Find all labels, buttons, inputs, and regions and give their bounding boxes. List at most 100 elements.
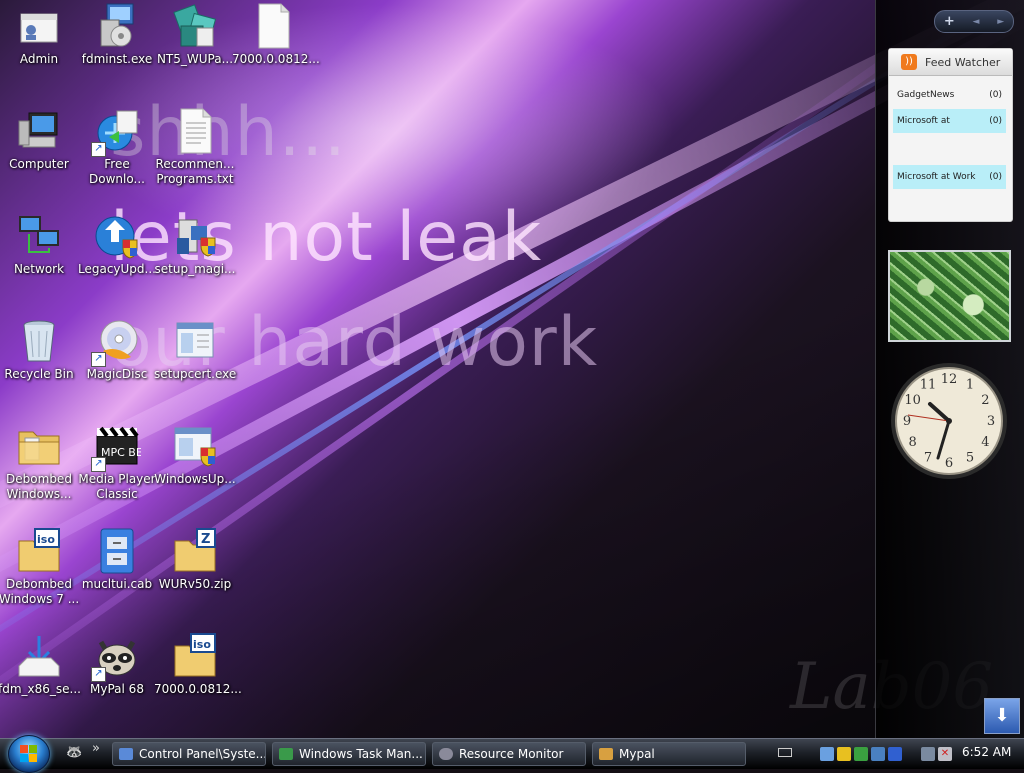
svg-text:MPC BE: MPC BE: [101, 446, 141, 459]
icon-label: Media Player Classic: [78, 472, 156, 501]
icon-label: Debombed Windows...: [6, 472, 72, 501]
clock-numeral: 8: [908, 435, 916, 450]
previous-page-button[interactable]: ◄: [973, 17, 980, 27]
clock-numeral: 11: [920, 378, 937, 393]
quicklaunch-more-button[interactable]: »: [92, 741, 100, 756]
system-tray: ✕: [820, 742, 952, 766]
feed-row-label: GadgetNews: [897, 90, 955, 100]
icon-label: fdm_x86_se...: [0, 682, 81, 696]
task-control-panel[interactable]: Control Panel\Syste...: [112, 742, 266, 766]
add-gadget-button[interactable]: +: [944, 14, 955, 29]
desktop-icon-setup-magic[interactable]: setup_magi...: [154, 212, 236, 277]
installer-icon: [93, 2, 141, 50]
disc-icon: ↗: [91, 317, 141, 367]
desktop-icon-mucltui[interactable]: mucltui.cab: [76, 527, 158, 592]
icon-label: Admin: [19, 52, 59, 66]
computer-icon: [15, 107, 63, 155]
shortcut-arrow-icon: ↗: [91, 457, 106, 472]
desktop-icon-7000-file[interactable]: 7000.0.0812...: [232, 2, 320, 67]
icon-label: Debombed Windows 7 ...: [0, 577, 80, 606]
desktop-icon-windows-update[interactable]: WindowsUp...: [154, 422, 236, 487]
clock-numeral: 12: [941, 372, 958, 387]
quicklaunch-raccoon-icon[interactable]: 🦝: [66, 745, 82, 760]
desktop-icon-legacy-update[interactable]: LegacyUpd...: [76, 212, 158, 277]
desktop-icon-network[interactable]: Network: [0, 212, 80, 277]
zip-folder-icon: Z: [171, 527, 219, 575]
clock-numeral: 7: [924, 450, 932, 465]
desktop-icon-mypal-68[interactable]: ↗ MyPal 68: [76, 632, 158, 697]
desktop[interactable]: shhh...lets not leakour hard work Lab06 …: [0, 0, 1024, 738]
monitor-tray-icon[interactable]: [921, 747, 935, 761]
iso-file-icon: iso: [15, 527, 63, 575]
desktop-icon-fdm-x86[interactable]: fdm_x86_se...: [0, 632, 81, 697]
icon-label: Free Downlo...: [89, 157, 145, 186]
desktop-icon-computer[interactable]: Computer: [0, 107, 80, 172]
icon-label: 7000.0.0812...: [154, 682, 242, 696]
feed-watcher-gadget[interactable]: )) Feed Watcher GadgetNews (0) Microsoft…: [888, 48, 1013, 222]
setup-icon: [171, 212, 219, 260]
icon-label: LegacyUpd...: [78, 262, 156, 276]
keyboard-layout-icon[interactable]: [778, 748, 792, 757]
windows-update-tray-icon[interactable]: [888, 747, 902, 761]
desktop-icon-wurv50[interactable]: Z WURv50.zip: [154, 527, 236, 592]
desktop-icon-debombed-windows[interactable]: Debombed Windows...: [0, 422, 80, 502]
icon-label: Network: [13, 262, 65, 276]
svg-text:iso: iso: [193, 638, 211, 651]
desktop-icon-magicdisc[interactable]: ↗ MagicDisc: [76, 317, 158, 382]
desktop-icon-recommended-programs[interactable]: Recommen... Programs.txt: [154, 107, 236, 187]
icon-label: setupcert.exe: [154, 367, 237, 381]
clapperboard-icon: MPC BE ↗: [91, 422, 143, 472]
task-windows-task-manager[interactable]: Windows Task Man...: [272, 742, 426, 766]
control-panel-icon: [119, 748, 133, 760]
icon-label: 7000.0.0812...: [232, 52, 320, 66]
desktop-icon-nt5-wupa[interactable]: NT5_WUPa...: [154, 2, 236, 67]
svg-text:Z: Z: [201, 532, 210, 547]
clock-numeral: 6: [945, 456, 953, 471]
security-tray-icon[interactable]: [837, 747, 851, 761]
download-icon: [15, 632, 63, 680]
resource-monitor-icon: [439, 748, 453, 760]
desktop-icon-recycle-bin[interactable]: Recycle Bin: [0, 317, 80, 382]
feed-row-microsoft-at-work[interactable]: Microsoft at Work (0): [893, 165, 1006, 189]
desktop-icon-free-download[interactable]: ↗ Free Downlo...: [76, 107, 158, 187]
clock-gadget[interactable]: 12 1 2 3 4 5 6 7 8 9 10 11: [890, 360, 1008, 482]
feed-row-gadgetnews[interactable]: GadgetNews (0): [893, 83, 1006, 107]
user-folder-icon: [15, 2, 63, 50]
desktop-icon-setupcert[interactable]: setupcert.exe: [154, 317, 236, 382]
feed-row-label: Microsoft at Work: [897, 172, 976, 182]
desktop-icon-debombed-windows-7[interactable]: iso Debombed Windows 7 ...: [0, 527, 80, 607]
network-icon: [15, 212, 63, 260]
mypal-icon: [599, 748, 613, 760]
task-mypal[interactable]: Mypal: [592, 742, 746, 766]
window-shield-icon: [171, 422, 219, 470]
windows-sidebar: + ◄ ► )) Feed Watcher GadgetNews (0) Mic…: [875, 0, 1024, 738]
feed-row-label: Microsoft at: [897, 116, 950, 126]
shortcut-arrow-icon: ↗: [91, 352, 106, 367]
task-label: Control Panel\Syste...: [139, 747, 266, 761]
volume-muted-icon[interactable]: ✕: [938, 747, 952, 761]
svg-text:iso: iso: [37, 533, 55, 546]
installer-icon: [171, 2, 219, 50]
feed-row-microsoft-at[interactable]: Microsoft at (0): [893, 109, 1006, 133]
task-manager-icon: [279, 748, 293, 760]
icon-label: NT5_WUPa...: [156, 52, 234, 66]
feed-header: )) Feed Watcher: [889, 49, 1012, 76]
desktop-icon-media-player-classic[interactable]: MPC BE ↗ Media Player Classic: [76, 422, 158, 502]
desktop-icon-admin[interactable]: Admin: [0, 2, 80, 67]
folder-icon: [15, 422, 63, 470]
icon-label: MyPal 68: [90, 682, 144, 696]
desktop-icon-fdminst[interactable]: fdminst.exe: [76, 2, 158, 67]
task-resource-monitor[interactable]: Resource Monitor: [432, 742, 586, 766]
start-button[interactable]: [8, 735, 50, 773]
slideshow-gadget[interactable]: [888, 250, 1011, 342]
iso-file-icon: iso: [171, 632, 219, 680]
desktop-icon-7000-iso[interactable]: iso 7000.0.0812...: [154, 632, 242, 697]
feed-row-count: (0): [989, 116, 1002, 126]
next-page-button[interactable]: ►: [997, 17, 1004, 27]
recycle-bin-icon: [15, 317, 63, 365]
show-desktop-button[interactable]: ⬇: [984, 698, 1020, 734]
update-tray-icon[interactable]: [854, 747, 868, 761]
taskbar-clock[interactable]: 6:52 AM: [962, 745, 1011, 759]
computer-tray-icon[interactable]: [871, 747, 885, 761]
network-tray-icon[interactable]: [820, 747, 834, 761]
